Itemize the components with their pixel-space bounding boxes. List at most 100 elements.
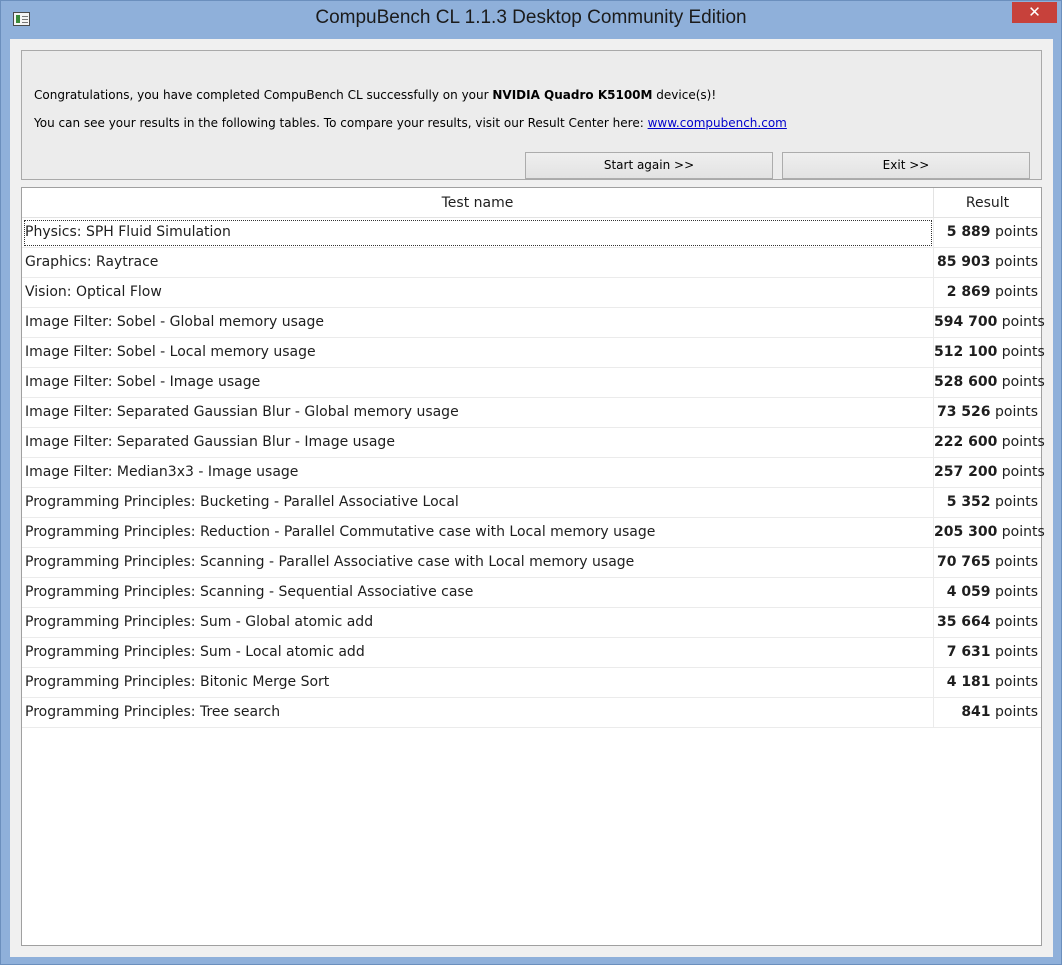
result-unit: points [1001,434,1045,450]
result-unit: points [1001,344,1045,360]
table-row[interactable]: Image Filter: Median3x3 - Image usage 257… [22,458,1045,488]
test-name-cell[interactable]: Programming Principles: Bucketing - Para… [22,488,934,518]
result-value: 35 664 [936,614,991,630]
close-button[interactable]: ✕ [1012,2,1057,23]
test-name-cell[interactable]: Programming Principles: Scanning - Seque… [22,578,934,608]
result-cell[interactable]: 257 200 points [934,458,1045,488]
result-value: 594 700 [934,314,998,330]
result-cell[interactable]: 2 869 points [934,278,1041,308]
results-table[interactable]: Test name Result Physics: SPH Fluid Simu… [21,187,1045,946]
test-name-cell[interactable]: Programming Principles: Scanning - Paral… [22,548,934,578]
result-value: 7 631 [946,644,991,660]
device-name: NVIDIA Quadro K5100M [492,88,653,102]
completion-message-suffix: device(s)! [652,88,717,102]
result-unit: points [1001,374,1045,390]
result-cell[interactable]: 222 600 points [934,428,1045,458]
completion-message: Congratulations, you have completed Comp… [34,88,716,102]
result-unit: points [995,494,1038,510]
result-unit: points [995,584,1038,600]
exit-button[interactable]: Exit >> [782,152,1030,179]
table-row[interactable]: Programming Principles: Sum - Global ato… [22,608,1041,638]
table-row[interactable]: Programming Principles: Scanning - Paral… [22,548,1041,578]
test-name-cell[interactable]: Programming Principles: Sum - Local atom… [22,638,934,668]
result-value: 73 526 [936,404,991,420]
result-value: 528 600 [934,374,998,390]
table-row[interactable]: Programming Principles: Bucketing - Para… [22,488,1041,518]
table-row[interactable]: Physics: SPH Fluid Simulation 5 889 point… [22,218,1041,248]
result-cell[interactable]: 85 903 points [934,248,1041,278]
table-row[interactable]: Vision: Optical Flow 2 869 points [22,278,1041,308]
result-cell[interactable]: 35 664 points [934,608,1041,638]
test-name-cell[interactable]: Image Filter: Sobel - Image usage [22,368,934,398]
test-name-cell[interactable]: Programming Principles: Bitonic Merge So… [22,668,934,698]
result-cell[interactable]: 5 889 points [934,218,1041,248]
result-unit: points [1001,464,1045,480]
result-unit: points [995,404,1038,420]
result-value: 5 889 [946,224,991,240]
results-summary-panel: Congratulations, you have completed Comp… [21,50,1042,180]
result-value: 4 059 [946,584,991,600]
table-row[interactable]: Programming Principles: Tree search 841 p… [22,698,1041,728]
result-cell[interactable]: 4 059 points [934,578,1041,608]
completion-message-prefix: Congratulations, you have completed Comp… [34,88,493,102]
result-cell[interactable]: 4 181 points [934,668,1041,698]
compare-message-text: You can see your results in the followin… [34,116,648,130]
result-cell[interactable]: 73 526 points [934,398,1041,428]
result-value: 85 903 [936,254,991,270]
result-value: 2 869 [946,284,991,300]
title-bar[interactable]: CompuBench CL 1.1.3 Desktop Community Ed… [1,1,1061,39]
test-name-cell[interactable]: Programming Principles: Tree search [22,698,934,728]
column-header-test-name[interactable]: Test name [22,188,934,218]
result-cell[interactable]: 7 631 points [934,638,1041,668]
app-window: CompuBench CL 1.1.3 Desktop Community Ed… [0,0,1062,965]
result-unit: points [995,284,1038,300]
table-row[interactable]: Programming Principles: Reduction - Para… [22,518,1045,548]
result-center-link[interactable]: www.compubench.com [648,116,787,130]
test-name-cell[interactable]: Physics: SPH Fluid Simulation [22,218,934,248]
result-cell[interactable]: 841 points [934,698,1041,728]
result-unit: points [1001,524,1045,540]
start-again-button[interactable]: Start again >> [525,152,773,179]
result-unit: points [995,254,1038,270]
result-cell[interactable]: 594 700 points [934,308,1045,338]
result-unit: points [995,704,1038,720]
table-row[interactable]: Image Filter: Sobel - Local memory usage… [22,338,1045,368]
test-name-cell[interactable]: Graphics: Raytrace [22,248,934,278]
result-cell[interactable]: 70 765 points [934,548,1041,578]
table-row[interactable]: Image Filter: Separated Gaussian Blur - … [22,428,1045,458]
test-name-cell[interactable]: Programming Principles: Reduction - Para… [22,518,934,548]
compare-message: You can see your results in the followin… [34,116,787,130]
test-name-cell[interactable]: Image Filter: Median3x3 - Image usage [22,458,934,488]
result-unit: points [995,224,1038,240]
table-row[interactable]: Image Filter: Separated Gaussian Blur - … [22,398,1041,428]
result-cell[interactable]: 205 300 points [934,518,1045,548]
test-name-cell[interactable]: Image Filter: Sobel - Global memory usag… [22,308,934,338]
table-row[interactable]: Programming Principles: Sum - Local atom… [22,638,1041,668]
result-value: 512 100 [934,344,998,360]
result-unit: points [995,644,1038,660]
test-name-cell[interactable]: Image Filter: Separated Gaussian Blur - … [22,428,934,458]
column-header-result[interactable]: Result [934,188,1041,218]
table-row[interactable]: Programming Principles: Bitonic Merge So… [22,668,1041,698]
test-name-cell[interactable]: Image Filter: Sobel - Local memory usage [22,338,934,368]
result-value: 841 [961,704,991,720]
result-unit: points [1001,314,1045,330]
result-cell[interactable]: 512 100 points [934,338,1045,368]
result-cell[interactable]: 5 352 points [934,488,1041,518]
table-row[interactable]: Image Filter: Sobel - Image usage 528 600… [22,368,1045,398]
table-header: Test name Result [22,188,1041,218]
test-name-cell[interactable]: Programming Principles: Sum - Global ato… [22,608,934,638]
table-body: Physics: SPH Fluid Simulation 5 889 point… [22,218,1045,728]
test-name-cell[interactable]: Image Filter: Separated Gaussian Blur - … [22,398,934,428]
test-name-cell[interactable]: Vision: Optical Flow [22,278,934,308]
result-value: 4 181 [946,674,991,690]
result-value: 5 352 [946,494,991,510]
result-value: 205 300 [934,524,998,540]
table-row[interactable]: Programming Principles: Scanning - Seque… [22,578,1041,608]
window-title: CompuBench CL 1.1.3 Desktop Community Ed… [315,7,747,28]
result-value: 70 765 [936,554,991,570]
result-cell[interactable]: 528 600 points [934,368,1045,398]
table-row[interactable]: Image Filter: Sobel - Global memory usag… [22,308,1045,338]
result-unit: points [995,674,1038,690]
table-row[interactable]: Graphics: Raytrace 85 903 points [22,248,1041,278]
